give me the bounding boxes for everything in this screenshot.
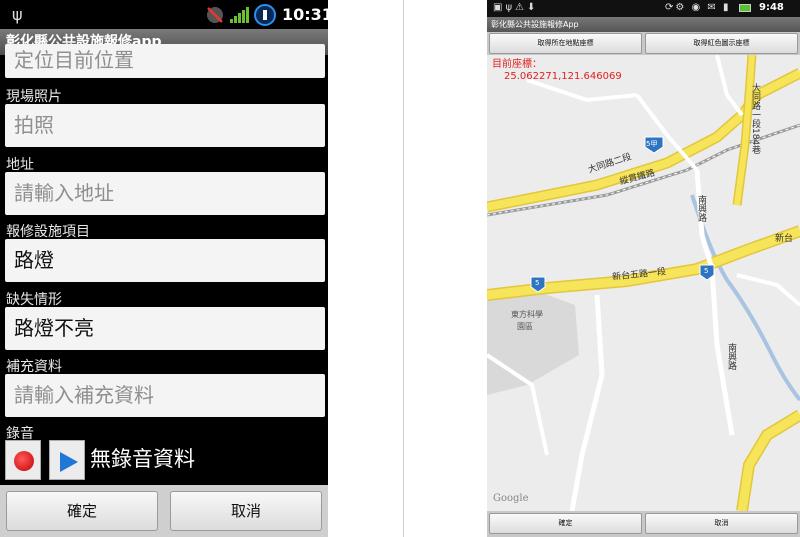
cancel-button[interactable]: 取消 bbox=[645, 513, 798, 534]
campus-label: 東方科學 bbox=[511, 310, 543, 319]
defect-value: 路燈不亮 bbox=[14, 316, 94, 340]
left-phone-screen: ψ 10:31 彰化縣公共設施報修app 定位目前位置 現場照片 拍照 地址 請… bbox=[0, 0, 328, 537]
system-icons: ⟳⚙ ◉ ✉ ▮ bbox=[665, 2, 731, 13]
road-label-nanxing: 南興路 bbox=[696, 195, 706, 222]
google-logo: Google bbox=[493, 493, 529, 504]
toolbar: 取得所在地點座標 取得紅色圖示座標 bbox=[487, 32, 800, 55]
status-time: 10:31 bbox=[282, 5, 328, 24]
photo-button-label: 拍照 bbox=[14, 113, 54, 137]
road-label-nanxing-2: 南興路 bbox=[726, 343, 736, 370]
coordinate-value: 25.062271,121.646069 bbox=[504, 71, 622, 82]
get-location-button[interactable]: 取得所在地點座標 bbox=[489, 33, 642, 54]
coordinate-label: 目前座標： bbox=[492, 59, 542, 70]
map-view[interactable]: 5甲 5 5 大同路二段 縱貫鐵路 新台五路一段 大同路一段184巷 南興路 南… bbox=[487, 55, 800, 511]
address-input[interactable]: 請輸入地址 bbox=[5, 172, 325, 215]
locate-current-button[interactable]: 定位目前位置 bbox=[5, 44, 325, 78]
status-bar: ▣ψ⚠⬇ ⟳⚙ ◉ ✉ ▮ 9:48 bbox=[487, 0, 800, 17]
road-label-xintai-2: 新台 bbox=[775, 234, 794, 244]
confirm-button[interactable]: 確定 bbox=[6, 491, 158, 531]
bottom-bar: 確定 取消 bbox=[487, 511, 800, 537]
defect-select[interactable]: 路燈不亮 bbox=[5, 307, 325, 350]
cancel-button[interactable]: 取消 bbox=[170, 491, 322, 531]
no-recording-text: 無錄音資料 bbox=[90, 447, 195, 471]
campus-label-2: 園區 bbox=[517, 322, 533, 331]
get-marker-button[interactable]: 取得紅色圖示座標 bbox=[645, 33, 798, 54]
notes-input[interactable]: 請輸入補充資料 bbox=[5, 374, 325, 417]
battery-icon bbox=[739, 4, 751, 12]
photo-button[interactable]: 拍照 bbox=[5, 104, 325, 147]
right-phone-screen: ▣ψ⚠⬇ ⟳⚙ ◉ ✉ ▮ 9:48 彰化縣公共設施報修App 取得所在地點座標… bbox=[487, 0, 800, 537]
record-icon bbox=[14, 451, 34, 471]
mute-icon bbox=[207, 7, 223, 23]
gps-icon bbox=[254, 4, 276, 26]
defect-label: 缺失情形 bbox=[6, 292, 62, 308]
play-icon bbox=[60, 452, 78, 472]
notes-placeholder: 請輸入補充資料 bbox=[14, 383, 154, 407]
app-title: 彰化縣公共設施報修App bbox=[487, 17, 800, 32]
route-5-label: 5 bbox=[535, 279, 540, 287]
facility-label: 報修設施項目 bbox=[6, 224, 90, 240]
play-button[interactable] bbox=[49, 440, 85, 480]
divider bbox=[403, 0, 404, 537]
address-label: 地址 bbox=[6, 157, 34, 173]
locate-current-label: 定位目前位置 bbox=[14, 48, 134, 72]
record-button[interactable] bbox=[5, 440, 41, 480]
status-bar: ψ 10:31 bbox=[0, 0, 328, 29]
route-5a-label: 5甲 bbox=[646, 140, 658, 148]
facility-value: 路燈 bbox=[14, 248, 54, 272]
route-5-label-2: 5 bbox=[704, 267, 709, 275]
usb-icon: ψ bbox=[12, 5, 23, 24]
status-time: 9:48 bbox=[759, 2, 784, 13]
photo-label: 現場照片 bbox=[6, 89, 62, 105]
notification-icons: ▣ψ⚠⬇ bbox=[493, 2, 539, 13]
river bbox=[690, 194, 800, 402]
notes-label: 補充資料 bbox=[6, 359, 62, 375]
facility-select[interactable]: 路燈 bbox=[5, 239, 325, 282]
address-placeholder: 請輸入地址 bbox=[14, 181, 114, 205]
confirm-button[interactable]: 確定 bbox=[489, 513, 642, 534]
road-label-datong-184: 大同路一段184巷 bbox=[750, 83, 760, 155]
signal-icon bbox=[230, 7, 250, 23]
